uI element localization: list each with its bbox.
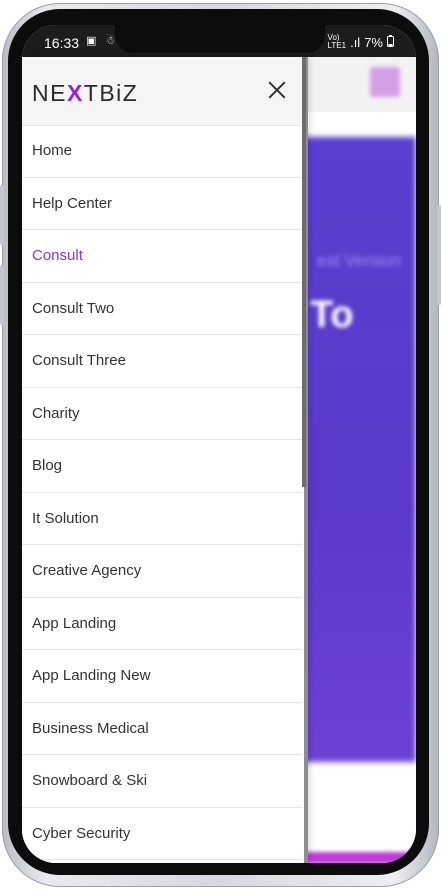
close-icon[interactable]: [266, 79, 288, 101]
battery-icon: [387, 34, 394, 50]
volume-button: [0, 185, 4, 245]
menu-item[interactable]: Charity: [22, 388, 302, 440]
menu-item[interactable]: Creative Agency: [22, 545, 302, 598]
phone-screen: est Version To 16:33 ▣ ☃ ⚲ Vo) LTE1 .ıl …: [22, 25, 416, 863]
drawer-header: NEXTBiZ: [22, 57, 304, 126]
scrollbar[interactable]: [302, 57, 306, 487]
menu-item[interactable]: Home: [22, 125, 302, 178]
network-type: Vo) LTE1: [327, 33, 347, 50]
signal-icon: .ıl: [350, 34, 361, 50]
menu-item[interactable]: Consult: [22, 230, 302, 283]
navigation-drawer: NEXTBiZ Home Help Center Consult Consult Tw…: [22, 57, 308, 863]
menu-item[interactable]: Cyber Security: [22, 808, 302, 860]
menu-item[interactable]: Blog: [22, 440, 302, 493]
drawer-menu: Home Help Center Consult Consult Two Consult…: [22, 125, 302, 860]
menu-item[interactable]: Snowboard & Ski: [22, 755, 302, 808]
menu-item[interactable]: App Landing New: [22, 650, 302, 703]
hero-title: To: [310, 294, 354, 336]
menu-item[interactable]: Consult Two: [22, 283, 302, 335]
status-time: 16:33: [44, 35, 80, 51]
battery-percent: 7%: [364, 34, 383, 50]
camera-notch: [115, 25, 325, 53]
menu-item[interactable]: App Landing: [22, 598, 302, 650]
menu-item[interactable]: Help Center: [22, 178, 302, 230]
background-menu-icon: [370, 67, 400, 97]
hero-subtitle: est Version: [317, 251, 402, 270]
menu-item[interactable]: Consult Three: [22, 335, 302, 388]
background-footer-bar: [302, 852, 412, 863]
menu-item[interactable]: It Solution: [22, 493, 302, 545]
menu-item[interactable]: Business Medical: [22, 703, 302, 755]
volume-button: [0, 265, 4, 325]
power-button: [437, 205, 441, 305]
nextbiz-logo[interactable]: NEXTBiZ: [32, 80, 138, 107]
